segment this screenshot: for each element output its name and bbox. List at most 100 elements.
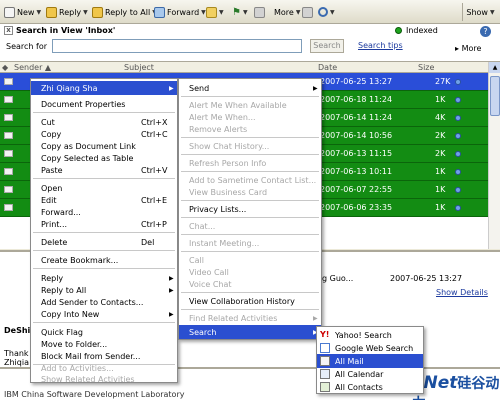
reply-button[interactable]: Reply ▼ xyxy=(46,4,88,20)
more-label: More xyxy=(274,7,294,17)
menu-item-label: Block Mail from Sender... xyxy=(41,351,141,361)
menu-item-person[interactable]: Zhi Qiang Sha ▶ xyxy=(31,81,177,95)
menu-item-send[interactable]: Send ▶ xyxy=(179,81,321,95)
menu-item-all-mail[interactable]: All Mail xyxy=(317,354,423,368)
row-date: 2007-06-07 22:55 xyxy=(320,185,393,194)
search-more-button[interactable]: ▸ More xyxy=(455,44,481,53)
menu-item-remove-alerts: Remove Alerts xyxy=(179,122,321,136)
reply-all-label: Reply to All xyxy=(105,7,151,17)
unread-column-icon[interactable]: ◆ xyxy=(2,63,8,72)
menu-item-search[interactable]: Search▶ xyxy=(179,325,321,339)
menu-item-privacy-lists[interactable]: Privacy Lists... xyxy=(179,202,321,216)
person-submenu: Send ▶ Alert Me When Available Alert Me W… xyxy=(178,78,322,340)
chevron-down-icon[interactable]: ▼ xyxy=(83,9,88,16)
preview-date: 2007-06-25 13:27 xyxy=(390,274,463,283)
scroll-up-icon[interactable]: ▲ xyxy=(489,62,500,73)
menu-item-all-calendar[interactable]: All Calendar xyxy=(317,367,423,381)
menu-item-print[interactable]: Print... Ctrl+P xyxy=(31,217,177,231)
search-button[interactable]: Search xyxy=(310,39,344,53)
chevron-down-icon[interactable]: ▼ xyxy=(36,9,41,16)
row-size: 2K xyxy=(435,149,446,158)
menu-item-document-properties[interactable]: Document Properties xyxy=(31,97,177,111)
forward-button[interactable]: Forward ▼ xyxy=(154,4,206,20)
forward-icon xyxy=(154,6,165,18)
chevron-down-icon[interactable]: ▼ xyxy=(330,9,335,16)
menu-item-create-bookmark[interactable]: Create Bookmark... xyxy=(31,253,177,267)
close-icon[interactable]: x xyxy=(4,26,13,35)
menu-item-collaboration-history[interactable]: View Collaboration History xyxy=(179,294,321,308)
help-icon[interactable]: ? xyxy=(480,26,491,37)
tools-button[interactable] xyxy=(254,4,265,20)
status-dot-icon xyxy=(455,169,461,175)
envelope-icon xyxy=(4,132,13,139)
forward-label: Forward xyxy=(167,7,200,17)
chevron-down-icon[interactable]: ▼ xyxy=(296,9,301,16)
new-label: New xyxy=(17,7,35,17)
menu-item-google-search[interactable]: Google Web Search xyxy=(317,341,423,355)
menu-item-chat-history: Show Chat History... xyxy=(179,139,321,153)
move-folder-button[interactable]: ▼ xyxy=(206,4,224,20)
submenu-arrow-icon: ▶ xyxy=(169,84,174,92)
more-button[interactable]: More ▼ xyxy=(274,4,300,20)
chevron-down-icon[interactable]: ▼ xyxy=(243,9,248,16)
search-toolbar-button[interactable]: ▼ xyxy=(318,4,335,20)
status-dot-icon xyxy=(455,151,461,157)
indexed-status-icon xyxy=(395,27,402,34)
menu-separator xyxy=(181,251,319,252)
menu-item-label: Delete xyxy=(41,237,68,247)
message-list-header: ◆ Sender ▲ Subject Date Size xyxy=(0,62,500,73)
indexed-label: Indexed xyxy=(406,26,438,35)
view-button[interactable] xyxy=(302,4,313,20)
search-input[interactable] xyxy=(52,39,302,53)
menu-item-label: Forward... xyxy=(41,207,81,217)
column-date[interactable]: Date xyxy=(318,63,337,72)
menu-item-label: Google Web Search xyxy=(335,343,414,353)
column-subject[interactable]: Subject xyxy=(124,63,154,72)
menu-item-voice-chat: Voice Chat xyxy=(179,277,321,291)
menu-item-label: Move to Folder... xyxy=(41,339,108,349)
menu-item-label: Copy xyxy=(41,129,62,139)
search-title: Search in View 'Inbox' xyxy=(16,26,116,35)
context-menu: Zhi Qiang Sha ▶ Document Properties Cut C… xyxy=(30,78,178,384)
menu-separator xyxy=(181,292,319,293)
scrollbar-thumb[interactable] xyxy=(490,76,500,116)
menu-item-copy-into-new[interactable]: Copy Into New ▶ xyxy=(31,307,177,321)
show-details-link[interactable]: Show Details xyxy=(436,288,488,297)
follow-up-button[interactable]: ⚑ ▼ xyxy=(232,4,248,20)
menu-item-yahoo-search[interactable]: Y! Yahoo! Search xyxy=(317,328,423,342)
calendar-icon xyxy=(320,369,330,379)
message-list-scrollbar[interactable]: ▲ xyxy=(488,62,500,249)
search-icon xyxy=(318,7,328,17)
row-size: 27K xyxy=(435,77,451,86)
menu-item-label: Reply xyxy=(41,273,64,283)
menu-item-label: All Mail xyxy=(335,356,364,366)
status-dot-icon xyxy=(455,115,461,121)
show-label: Show xyxy=(466,7,488,17)
search-more-label: More xyxy=(461,44,482,53)
menu-item-label: Document Properties xyxy=(41,99,126,109)
column-size[interactable]: Size xyxy=(418,63,434,72)
yahoo-icon: Y! xyxy=(320,330,330,340)
menu-item-paste[interactable]: Paste Ctrl+V xyxy=(31,163,177,177)
menu-item-label: Chat... xyxy=(189,221,216,231)
row-size: 2K xyxy=(435,131,446,140)
menu-separator xyxy=(181,96,319,97)
menu-shortcut: Ctrl+E xyxy=(141,195,167,205)
menu-shortcut: Del xyxy=(141,237,155,247)
toolbar: New ▼ Reply ▼ Reply to All ▼ Forward ▼ ▼… xyxy=(0,0,500,24)
reply-label: Reply xyxy=(59,7,82,17)
menu-item-delete[interactable]: Delete Del xyxy=(31,235,177,249)
menu-item-label: Instant Meeting... xyxy=(189,238,260,248)
new-button[interactable]: New ▼ xyxy=(4,4,41,20)
chevron-down-icon[interactable]: ▼ xyxy=(219,9,224,16)
row-size: 4K xyxy=(435,113,446,122)
folder-icon xyxy=(206,6,217,18)
column-sender[interactable]: Sender ▲ xyxy=(14,63,51,72)
menu-item-all-contacts[interactable]: All Contacts xyxy=(317,380,423,394)
menu-separator xyxy=(181,234,319,235)
reply-all-button[interactable]: Reply to All ▼ xyxy=(92,4,157,20)
search-tips-link[interactable]: Search tips xyxy=(358,41,403,50)
show-button[interactable]: Show ▼ xyxy=(462,3,498,21)
menu-item-label: Zhi Qiang Sha xyxy=(41,83,98,93)
status-dot-icon xyxy=(455,187,461,193)
